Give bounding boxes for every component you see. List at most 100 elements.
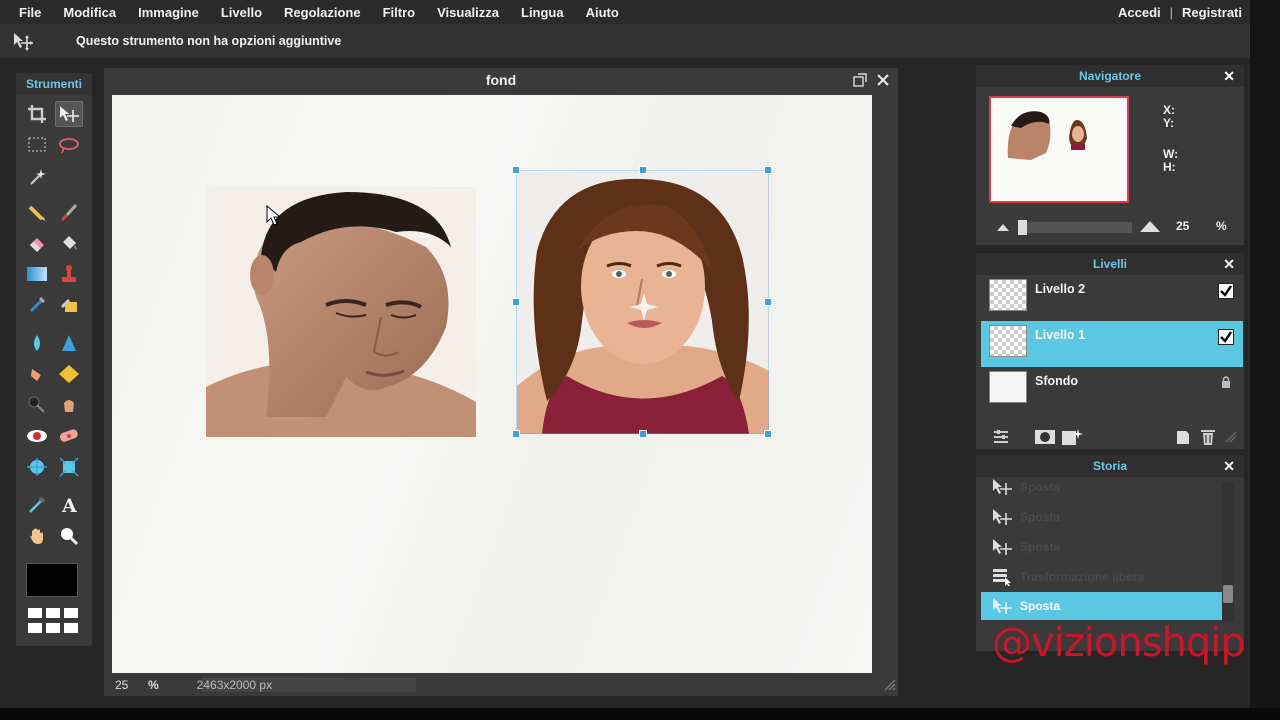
- crop-tool-icon[interactable]: [23, 101, 51, 127]
- layers-title: Livelli: [1092, 257, 1127, 271]
- menu-file[interactable]: File: [0, 5, 52, 20]
- spot-heal-icon[interactable]: [55, 423, 83, 449]
- color-picker-icon[interactable]: [23, 492, 51, 518]
- burn-tool-icon[interactable]: [55, 392, 83, 418]
- maximize-icon[interactable]: [852, 72, 868, 88]
- marquee-tool-icon[interactable]: [23, 132, 51, 158]
- bucket-tool-icon[interactable]: [55, 230, 83, 256]
- tools-panel-title: Strumenti: [16, 73, 92, 95]
- navigator-preview[interactable]: [989, 96, 1129, 203]
- move-tool-button[interactable]: [55, 101, 83, 127]
- layer-row-livello-1[interactable]: Livello 1: [981, 321, 1243, 367]
- navigator-close-icon[interactable]: ✕: [1223, 65, 1235, 87]
- menu-lingua[interactable]: Lingua: [510, 5, 575, 20]
- blur-tool-icon[interactable]: [23, 330, 51, 356]
- transform-handle-bm[interactable]: [639, 430, 647, 438]
- history-scrollbar[interactable]: [1222, 482, 1234, 622]
- type-tool-icon[interactable]: A: [55, 492, 83, 518]
- history-title: Storia: [1092, 459, 1127, 473]
- menu-immagine[interactable]: Immagine: [127, 5, 210, 20]
- pinch-tool-icon[interactable]: [55, 454, 83, 480]
- document-window: fond 25 % 2463x2000 px: [104, 68, 898, 696]
- layer-row-livello-2[interactable]: Livello 2: [981, 275, 1243, 321]
- layer-name: Sfondo: [1035, 374, 1079, 388]
- menu-filtro[interactable]: Filtro: [372, 5, 427, 20]
- window-edge: [1250, 0, 1280, 708]
- layer-mask-icon[interactable]: [1034, 429, 1056, 445]
- layer-visibility-checkbox[interactable]: [1218, 329, 1234, 345]
- menu-livello[interactable]: Livello: [210, 5, 273, 20]
- zoom-out-icon[interactable]: [996, 222, 1010, 232]
- foreground-color-swatch[interactable]: [26, 563, 78, 597]
- document-title: fond: [485, 72, 517, 88]
- man-photo-layer[interactable]: [206, 187, 476, 437]
- transform-handle-bl[interactable]: [512, 430, 520, 438]
- magic-wand-icon[interactable]: [23, 163, 51, 189]
- layer-thumbnail: [989, 279, 1027, 311]
- move-tool-icon: [990, 537, 1014, 557]
- transform-handle-br[interactable]: [764, 430, 772, 438]
- delete-layer-icon[interactable]: [1200, 428, 1216, 446]
- layers-close-icon[interactable]: ✕: [1223, 253, 1235, 275]
- hand-tool-icon[interactable]: [23, 523, 51, 549]
- transform-handle-ml[interactable]: [512, 298, 520, 306]
- transform-handle-tr[interactable]: [764, 166, 772, 174]
- layers-toolbar: [976, 425, 1244, 449]
- gradient-tool-icon[interactable]: [23, 261, 51, 287]
- layer-visibility-checkbox[interactable]: [1218, 283, 1234, 299]
- history-item[interactable]: Sposta: [981, 533, 1222, 561]
- red-eye-icon[interactable]: [23, 423, 51, 449]
- resize-grip-icon[interactable]: [884, 679, 896, 691]
- svg-text:A: A: [61, 495, 77, 515]
- zoom-level[interactable]: 25: [115, 678, 135, 692]
- drawing-tool-icon[interactable]: [55, 292, 83, 318]
- layers-panel: Livelli ✕ Livello 2 Livello 1 Sfondo: [976, 253, 1244, 449]
- history-close-icon[interactable]: ✕: [1223, 455, 1235, 477]
- canvas[interactable]: [112, 95, 872, 673]
- history-item[interactable]: Trasformazione libera: [981, 563, 1222, 591]
- new-layer-icon[interactable]: [1175, 429, 1191, 445]
- mouse-cursor-icon: [266, 205, 282, 226]
- bloat-tool-icon[interactable]: [23, 454, 51, 480]
- eraser-tool-icon[interactable]: [23, 230, 51, 256]
- login-link[interactable]: Accedi: [1118, 5, 1161, 20]
- history-item[interactable]: Sposta: [981, 503, 1222, 531]
- stamp-tool-icon[interactable]: [55, 261, 83, 287]
- menu-regolazione[interactable]: Regolazione: [273, 5, 372, 20]
- smudge-tool-icon[interactable]: [23, 361, 51, 387]
- layer-row-sfondo[interactable]: Sfondo: [981, 367, 1243, 413]
- bottom-edge: [0, 708, 1280, 720]
- zoom-in-icon[interactable]: [1139, 220, 1161, 233]
- pencil-tool-icon[interactable]: [23, 199, 51, 225]
- color-replace-icon[interactable]: [23, 292, 51, 318]
- zoom-slider-track[interactable]: [1018, 222, 1132, 233]
- close-icon[interactable]: [875, 72, 891, 88]
- menu-modifica[interactable]: Modifica: [52, 5, 127, 20]
- history-item-selected[interactable]: Sposta: [981, 592, 1222, 620]
- menu-visualizza[interactable]: Visualizza: [426, 5, 510, 20]
- menu-aiuto[interactable]: Aiuto: [575, 5, 630, 20]
- history-item[interactable]: Sposta: [981, 473, 1222, 501]
- dodge-tool-icon[interactable]: [23, 392, 51, 418]
- navigator-x-label: X:: [1163, 103, 1175, 117]
- zoom-tool-icon[interactable]: [55, 523, 83, 549]
- transform-handle-tm[interactable]: [639, 166, 647, 174]
- transform-handle-mr[interactable]: [764, 298, 772, 306]
- brush-tool-icon[interactable]: [55, 199, 83, 225]
- history-item-label: Sposta: [1020, 599, 1061, 613]
- resize-grip-icon[interactable]: [1225, 431, 1237, 443]
- zoom-slider-thumb[interactable]: [1018, 220, 1027, 235]
- sponge-tool-icon[interactable]: [55, 361, 83, 387]
- transform-handle-tl[interactable]: [512, 166, 520, 174]
- sharpen-tool-icon[interactable]: [55, 330, 83, 356]
- layer-effects-icon[interactable]: [1061, 428, 1083, 446]
- layer-settings-icon[interactable]: [993, 430, 1009, 444]
- layout-grid-icon[interactable]: [26, 605, 80, 635]
- history-scrollbar-thumb[interactable]: [1223, 585, 1233, 603]
- history-item-label: Sposta: [1020, 480, 1061, 494]
- register-link[interactable]: Registrati: [1182, 5, 1242, 20]
- navigator-zoom-value[interactable]: 25: [1176, 219, 1189, 233]
- history-item-label: Trasformazione libera: [1020, 570, 1145, 584]
- lasso-tool-icon[interactable]: [55, 132, 83, 158]
- menu-separator: |: [1169, 4, 1174, 20]
